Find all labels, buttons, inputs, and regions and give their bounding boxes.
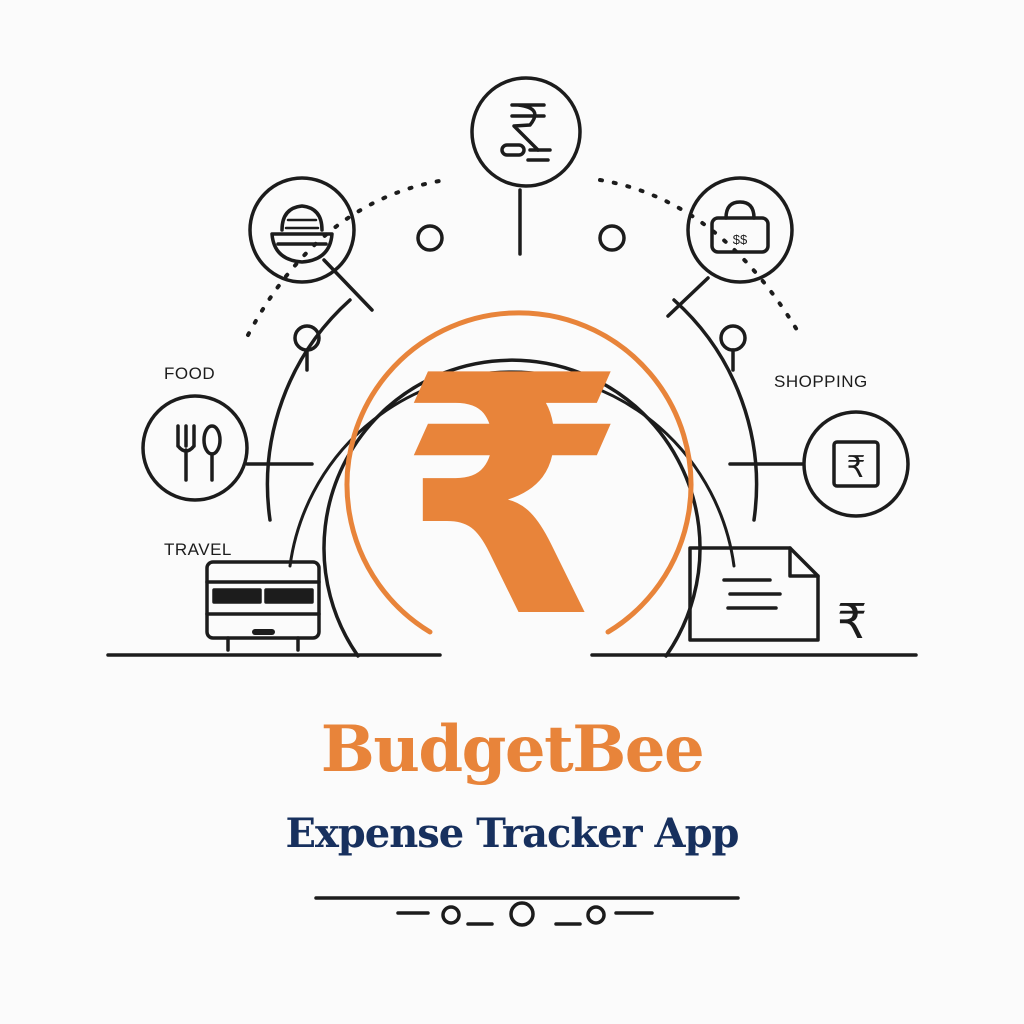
bus-icon [205,560,321,652]
connector-shopping [666,276,710,318]
logo-illustration: $$ ₹ ₹ ₹ [106,76,918,927]
shopping-bag-icon [686,176,794,284]
main-rupee-symbol: ₹ [397,306,627,690]
receipt-rupee: ₹ [837,594,868,650]
divider-ornament [314,896,740,927]
shopping-label: SHOPPING [774,372,868,391]
app-tagline: Expense Tracker App [285,810,739,857]
arc-segment-left [265,298,352,522]
knob-4 [719,324,747,352]
travel-label: TRAVEL [164,540,232,559]
dotted-arc-right [598,178,802,337]
rupee-coin-icon [470,76,582,188]
bag-text: $$ [733,232,748,247]
food-label: FOOD [164,364,216,383]
food-bowl-icon [248,176,356,284]
knob-1 [416,224,444,252]
card-rupee: ₹ [846,450,865,485]
app-name: BudgetBee [320,712,705,787]
cutlery-icon [141,394,249,502]
receipt-icon [688,546,820,642]
knob-2 [598,224,626,252]
